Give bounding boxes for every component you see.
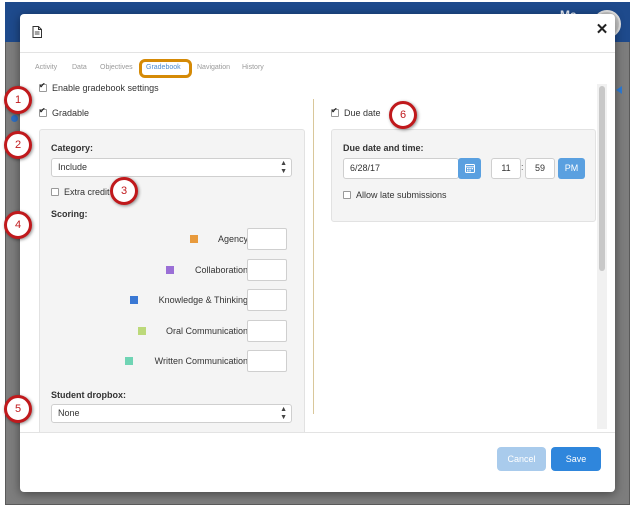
calendar-icon[interactable] [464, 162, 475, 176]
callout-1: 1 [4, 86, 32, 114]
header-divider [20, 52, 615, 53]
ampm-label: PM [564, 163, 579, 173]
gradable-label: Gradable [52, 108, 90, 118]
enable-gradebook-label: Enable gradebook settings [52, 83, 159, 93]
callout-2: 2 [4, 131, 32, 159]
extra-credit-checkbox[interactable] [51, 188, 59, 196]
dropbox-value: None [58, 408, 80, 418]
scoring-label-collaboration: Collaboration [194, 265, 248, 275]
category-value: Include [58, 162, 88, 172]
due-date-row[interactable]: Due date [331, 106, 381, 118]
due-datetime-label: Due date and time: [343, 143, 424, 153]
scoring-row-oral: Oral Communication [136, 320, 336, 344]
info-icon [11, 115, 18, 122]
tab-history[interactable]: History [242, 64, 264, 71]
dropbox-label: Student dropbox: [51, 390, 126, 400]
category-select[interactable]: Include ▲ ▼ [51, 158, 292, 177]
scoring-row-collaboration: Collaboration [136, 259, 336, 283]
hour-input[interactable]: 11 [491, 158, 521, 179]
grading-panel: Category: Include ▲ ▼ Extra credit Scorin… [39, 129, 305, 432]
callout-3: 3 [110, 177, 138, 205]
enable-gradebook-checkbox[interactable] [39, 81, 47, 92]
scoring-label-oral: Oral Communication [165, 326, 248, 336]
written-color-swatch [125, 357, 133, 365]
hour-value: 11 [501, 163, 511, 173]
cancel-button[interactable]: Cancel [497, 447, 546, 471]
extra-credit-row[interactable]: Extra credit [51, 187, 110, 197]
allow-late-label: Allow late submissions [356, 190, 447, 200]
collaboration-color-swatch [166, 266, 174, 274]
enable-gradebook-row[interactable]: Enable gradebook settings [39, 81, 159, 93]
close-icon[interactable]: ✕ [596, 21, 609, 38]
close-button[interactable]: ✕ [594, 22, 610, 38]
due-date-input[interactable]: 6/28/17 [343, 158, 459, 179]
due-date-label: Due date [344, 108, 381, 118]
scrollbar-thumb[interactable] [599, 86, 605, 271]
select-arrows-icon: ▲ ▼ [280, 160, 287, 175]
ampm-toggle[interactable]: PM [558, 158, 585, 179]
tab-activity[interactable]: Activity [35, 64, 57, 71]
tab-data[interactable]: Data [72, 64, 87, 71]
gradable-checkbox[interactable] [39, 106, 47, 117]
due-date-checkbox[interactable] [331, 106, 339, 117]
scoring-label-agency: Agency [217, 234, 248, 244]
callout-4: 4 [4, 211, 32, 239]
agency-score-input[interactable] [247, 228, 287, 250]
allow-late-row[interactable]: Allow late submissions [343, 190, 447, 200]
knowledge-color-swatch [130, 296, 138, 304]
footer-divider [20, 432, 615, 433]
dropbox-select[interactable]: None ▲ ▼ [51, 404, 292, 423]
oral-color-swatch [138, 327, 146, 335]
gradebook-tab-highlight [139, 59, 192, 78]
save-button[interactable]: Save [551, 447, 601, 471]
gradable-row[interactable]: Gradable [39, 106, 90, 118]
minute-input[interactable]: 59 [525, 158, 555, 179]
category-label: Category: [51, 143, 94, 153]
allow-late-checkbox[interactable] [343, 191, 351, 199]
tab-navigation[interactable]: Navigation [197, 64, 230, 71]
due-date-panel: Due date and time: 6/28/17 11 : 59 PM Al… [331, 129, 596, 222]
calendar-button[interactable] [458, 158, 481, 179]
scoring-label-knowledge: Knowledge & Thinking [158, 295, 248, 305]
scoring-label: Scoring: [51, 209, 88, 219]
column-divider [313, 99, 314, 414]
scoring-row-agency: Agency [136, 228, 336, 252]
callout-5: 5 [4, 395, 32, 423]
agency-color-swatch [190, 235, 198, 243]
written-score-input[interactable] [247, 350, 287, 372]
minute-value: 59 [534, 163, 545, 173]
tab-objectives[interactable]: Objectives [100, 64, 133, 71]
select-arrows-icon: ▲ ▼ [280, 406, 287, 421]
gradebook-settings-modal: ✕ Activity Data Objectives Gradebook Nav… [20, 14, 615, 492]
scoring-row-written: Written Communication [125, 350, 336, 374]
chevron-left-icon[interactable] [616, 86, 622, 94]
document-icon [32, 26, 42, 41]
scoring-row-knowledge: Knowledge & Thinking [130, 289, 336, 313]
knowledge-score-input[interactable] [247, 289, 287, 311]
collaboration-score-input[interactable] [247, 259, 287, 281]
callout-6: 6 [389, 101, 417, 129]
extra-credit-label: Extra credit [64, 187, 110, 197]
oral-score-input[interactable] [247, 320, 287, 342]
due-date-value: 6/28/17 [350, 163, 381, 173]
scoring-label-written: Written Communication [154, 356, 248, 366]
modal-scrollbar[interactable] [597, 84, 607, 429]
time-colon: : [521, 162, 524, 172]
